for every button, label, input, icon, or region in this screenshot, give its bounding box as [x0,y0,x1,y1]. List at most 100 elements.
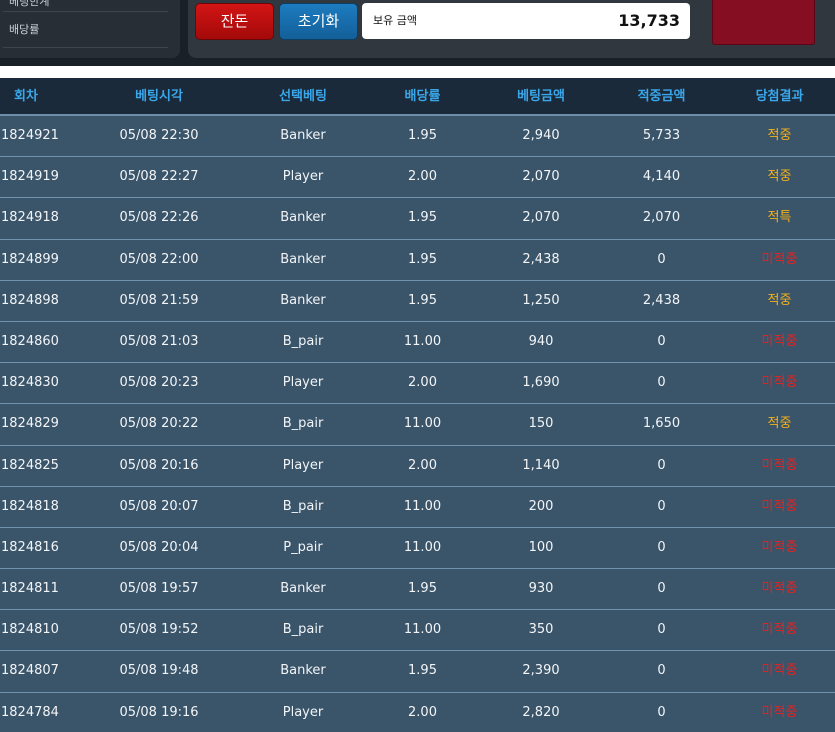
table-row: 1824825 05/08 20:16 Player 2.00 1,140 0 미적중 [0,445,835,487]
header-bet: 베팅금액 [517,89,565,104]
cell-win: 0 [657,457,666,473]
cell-pick: Player [282,704,324,720]
cell-time: 05/08 19:57 [119,581,199,597]
cell-result: 적중 [767,128,792,143]
cell-time: 05/08 20:23 [119,375,199,391]
cell-win: 0 [657,539,666,555]
header-odds: 배당률 [404,89,441,104]
cell-bet: 1,140 [522,457,560,473]
cell-win: 5,733 [642,128,681,143]
cell-pick: Player [282,375,324,391]
cell-pick: Banker [280,128,326,143]
cell-pick: Banker [280,581,326,597]
cell-bet: 200 [528,498,554,514]
cell-odds: 2.00 [408,375,437,391]
cell-round: 1824898 [1,292,59,308]
cell-round: 1824921 [1,128,59,143]
cell-round: 1824829 [1,416,59,432]
cell-win: 0 [657,581,666,597]
cell-bet: 2,438 [522,251,560,267]
cell-win: 1,650 [642,416,681,432]
divider [0,66,835,78]
table-row: 1824921 05/08 22:30 Banker 1.95 2,940 5,733 적중 [0,116,835,158]
cell-win: 0 [657,622,666,638]
cell-win: 2,070 [642,210,681,226]
cell-bet: 1,250 [522,292,560,308]
action-button[interactable] [712,0,815,45]
cell-pick: B_pair [282,416,324,432]
cell-time: 05/08 19:16 [119,704,199,720]
cell-odds: 11.00 [403,333,442,349]
cell-bet: 350 [528,622,554,638]
header-result: 당첨결과 [755,89,804,104]
cell-time: 05/08 20:16 [119,457,199,473]
bet-history-table: 회차 베팅시각 선택베팅 배당률 베팅금액 적중금액 당첨결과 1824921 0… [0,78,835,732]
reset-button[interactable]: 초기화 [279,3,358,40]
cell-round: 1824810 [1,622,59,638]
cell-win: 0 [657,375,666,391]
cell-pick: Player [282,169,324,185]
cell-odds: 1.95 [408,663,437,679]
change-button[interactable]: 잔돈 [195,3,274,40]
header-win: 적중금액 [637,89,686,104]
cell-round: 1824818 [1,498,59,514]
cell-pick: P_pair [283,539,323,555]
table-row: 1824784 05/08 19:16 Player 2.00 2,820 0 미적중 [0,692,835,732]
cell-result: 미적중 [761,457,798,473]
cell-time: 05/08 20:07 [119,498,199,514]
cell-round: 1824918 [1,210,59,226]
cell-odds: 1.95 [408,581,437,597]
cell-round: 1824825 [1,457,59,473]
table-row: 1824830 05/08 20:23 Player 2.00 1,690 0 미적중 [0,363,835,405]
cell-time: 05/08 19:48 [119,663,199,679]
cell-time: 05/08 22:26 [119,210,199,226]
cell-odds: 11.00 [403,622,442,638]
top-panel: 베팅한계 배당률 잔돈 초기화 보유 금액 13,733 [0,0,835,66]
cell-bet: 2,820 [522,704,560,720]
cell-pick: B_pair [282,498,324,514]
cell-result: 적특 [767,210,792,226]
cell-win: 2,438 [642,292,681,308]
cell-time: 05/08 22:00 [119,251,199,267]
cell-time: 05/08 20:04 [119,539,199,555]
cell-time: 05/08 22:27 [119,169,199,185]
cell-odds: 1.95 [408,292,437,308]
cell-round: 1824860 [1,333,59,349]
cell-round: 1824807 [1,663,59,679]
cell-bet: 2,070 [522,169,560,185]
table-row: 1824899 05/08 22:00 Banker 1.95 2,438 0 미적중 [0,239,835,281]
sidebar-item-limit[interactable]: 베팅한계 [3,0,168,12]
cell-time: 05/08 20:22 [119,416,199,432]
balance-label: 보유 금액 [373,14,417,27]
cell-odds: 1.95 [408,210,437,226]
table-row: 1824919 05/08 22:27 Player 2.00 2,070 4,140 적중 [0,157,835,199]
cell-pick: Banker [280,292,326,308]
table-row: 1824898 05/08 21:59 Banker 1.95 1,250 2,438 적중 [0,280,835,322]
header-pick: 선택베팅 [279,89,327,104]
table-header: 회차 베팅시각 선택베팅 배당률 베팅금액 적중금액 당첨결과 [0,78,835,116]
cell-odds: 11.00 [403,498,442,514]
cell-win: 0 [657,251,666,267]
cell-result: 적중 [767,169,792,185]
table-row: 1824816 05/08 20:04 P_pair 11.00 100 0 미적중 [0,527,835,570]
cell-result: 적중 [767,292,792,308]
cell-result: 미적중 [761,704,798,720]
cell-bet: 940 [528,333,554,349]
cell-result: 미적중 [761,663,798,679]
cell-round: 1824899 [1,251,59,267]
cell-round: 1824811 [1,581,59,597]
cell-bet: 150 [528,416,554,432]
cell-round: 1824830 [1,375,59,391]
sidebar-item-odds[interactable]: 배당률 [3,12,168,48]
balance-box: 보유 금액 13,733 [362,3,690,39]
cell-bet: 2,940 [522,128,560,143]
table-row: 1824811 05/08 19:57 Banker 1.95 930 0 미적중 [0,569,835,611]
cell-result: 미적중 [761,375,798,391]
table-row: 1824860 05/08 21:03 B_pair 11.00 940 0 미적중 [0,321,835,364]
cell-pick: Banker [280,210,326,226]
cell-result: 미적중 [761,333,798,349]
cell-bet: 2,070 [522,210,560,226]
cell-result: 미적중 [761,498,798,514]
cell-time: 05/08 21:59 [119,292,199,308]
cell-odds: 2.00 [408,457,437,473]
